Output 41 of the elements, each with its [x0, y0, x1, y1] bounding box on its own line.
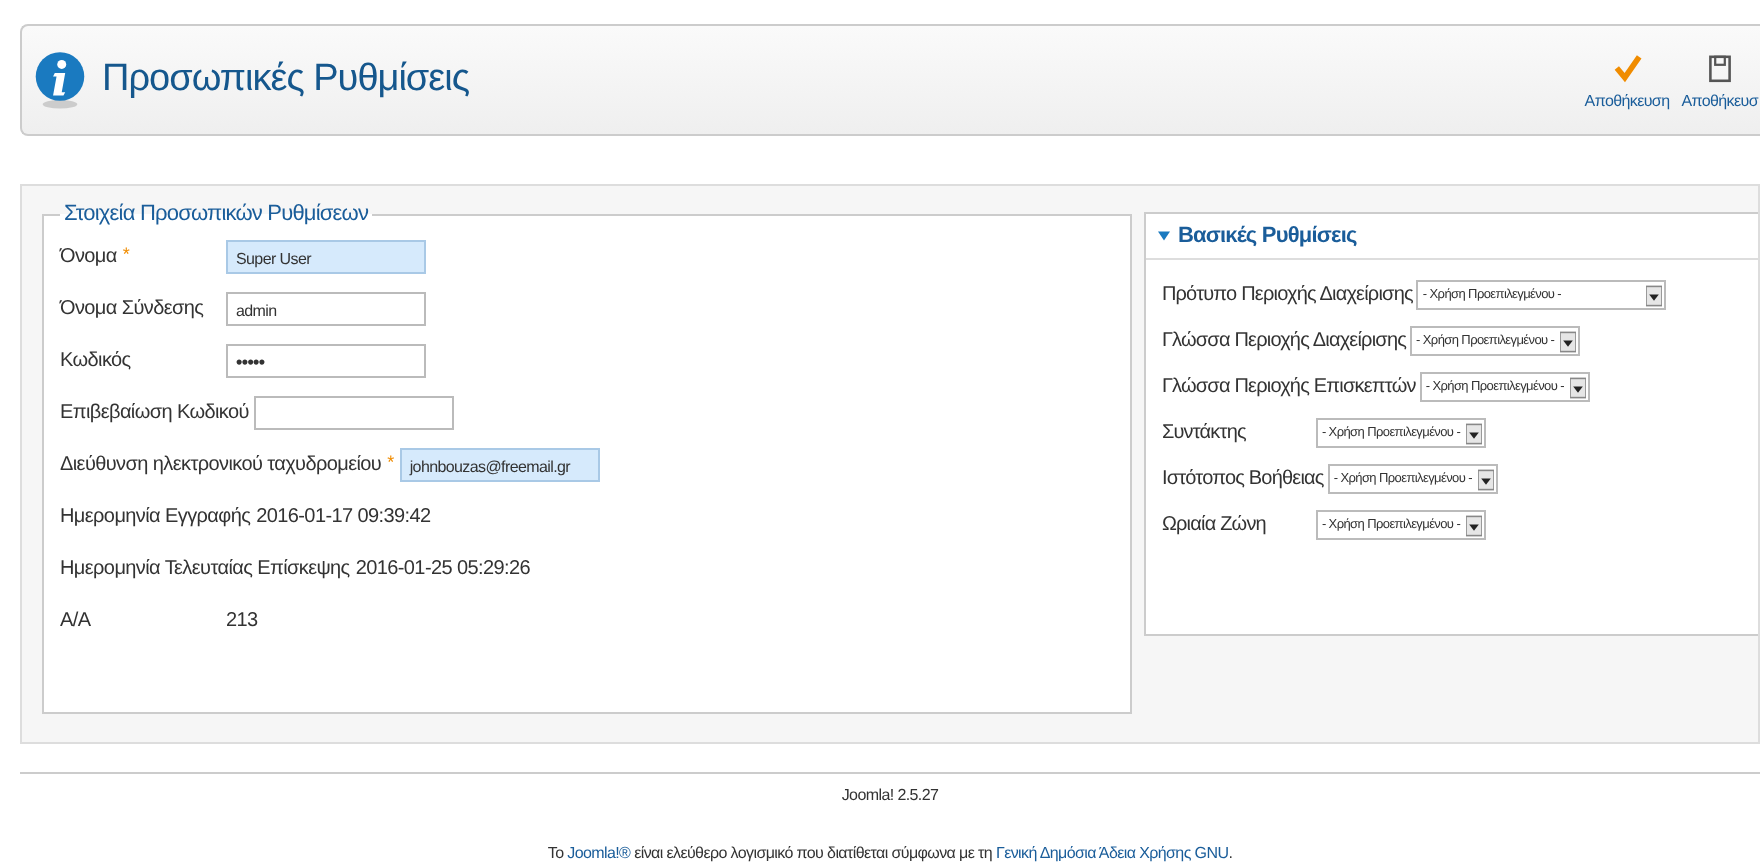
setting-label: Ιστότοπος Βοήθειας: [1161, 468, 1324, 490]
fieldset-legend: Στοιχεία Προσωπικών Ρυθμίσεων: [60, 202, 373, 226]
input-field[interactable]: Super User: [226, 239, 426, 273]
joomla-link[interactable]: Joomla!®: [567, 844, 631, 862]
field-label: Όνομα Σύνδεσης: [60, 297, 204, 319]
checkmark-icon: [1611, 50, 1643, 86]
license-link[interactable]: Γενική Δημόσια Άδεια Χρήσης GNU: [995, 844, 1229, 862]
field-value: 2016-01-25 05:29:26: [355, 557, 531, 579]
field-label: Επιβεβαίωση Κωδικού: [60, 401, 249, 423]
caret-icon: [1157, 230, 1170, 242]
input-field[interactable]: •••••: [226, 343, 426, 377]
field-label: Ημερομηνία Τελευταίας Επίσκεψης: [60, 557, 350, 579]
field-value: 2016-01-17 09:39:42: [256, 505, 431, 527]
field-label: Κωδικός: [60, 349, 131, 371]
page-title: Προσωπικές Ρυθμίσεις: [102, 58, 469, 102]
field-label: Διεύθυνση ηλεκτρονικού ταχυδρομείου: [60, 453, 382, 475]
input-field[interactable]: [254, 395, 455, 429]
setting-label: Γλώσσα Περιοχής Διαχείρισης: [1161, 330, 1407, 352]
setting-label: Γλώσσα Περιοχής Επισκεπτών: [1161, 376, 1416, 398]
input-field[interactable]: admin: [226, 291, 426, 325]
field-label: Ημερομηνία Εγγραφής: [60, 505, 251, 527]
dropdown-arrow-icon: [1465, 513, 1482, 537]
dropdown-arrow-icon: [1569, 375, 1586, 399]
save-button[interactable]: Αποθήκευση: [1582, 50, 1672, 110]
field-label: Όνομα: [60, 245, 117, 267]
required-mark: *: [122, 245, 130, 263]
info-icon: [34, 50, 86, 110]
setting-label: Συντάκτης: [1161, 422, 1248, 444]
setting-label: Πρότυπο Περιοχής Διαχείρισης: [1161, 284, 1413, 306]
dropdown-arrow-icon: [1477, 467, 1494, 491]
dropdown-arrow-icon: [1646, 283, 1663, 307]
dropdown-arrow-icon: [1560, 329, 1577, 353]
required-mark: *: [387, 453, 394, 471]
field-value: 213: [226, 609, 258, 631]
dropdown-arrow-icon: [1465, 421, 1482, 445]
setting-label: Ωριαία Ζώνη: [1161, 514, 1268, 536]
version-text: Joomla! 2.5.27: [839, 786, 941, 804]
save-button[interactable]: Αποθήκευσ: [1679, 50, 1760, 110]
license-text: Το Joomla!® είναι ελεύθερο λογισμικό που διατίθεται σύμφωνα με τη Γενική Δημόσια Άδεια Χρήσης GNU.: [545, 844, 1235, 862]
field-label: Α/Α: [60, 609, 91, 631]
input-field[interactable]: johnbouzas@freemail.gr: [399, 447, 600, 481]
